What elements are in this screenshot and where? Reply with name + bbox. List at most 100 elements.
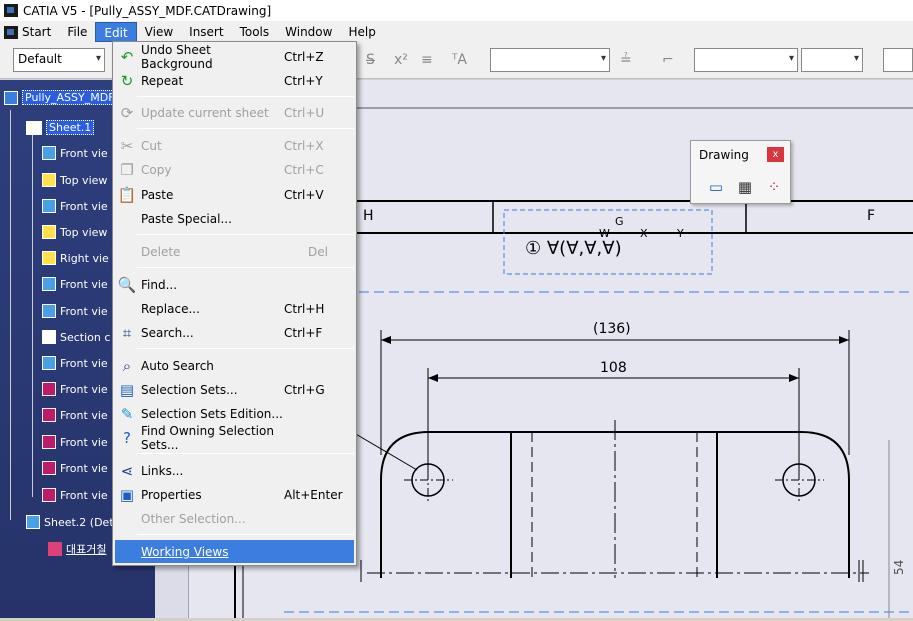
blank-icon <box>117 300 137 318</box>
menu-separator <box>137 128 354 129</box>
front-view-icon <box>42 146 56 160</box>
tree-view-label: Front vie <box>60 199 108 213</box>
chevron-down-icon: ▾ <box>853 53 859 64</box>
menu-item-label: Links... <box>141 463 184 478</box>
tree-view-front-3[interactable]: Front vie <box>42 277 108 291</box>
tree-sheet1[interactable]: Sheet.1 <box>4 120 95 135</box>
menu-view[interactable]: View <box>137 22 181 42</box>
chevron-down-icon: ▾ <box>95 53 101 64</box>
menu-item-update[interactable]: ⟳ Update current sheet Ctrl+U <box>115 101 354 124</box>
tree-view-front-9[interactable]: Front vie <box>42 461 108 475</box>
paste-icon: 📋 <box>117 185 137 204</box>
text-align-icon[interactable]: ≡ <box>421 52 433 68</box>
roughness-label-y: Y <box>676 227 684 240</box>
superscript-icon[interactable]: x² <box>394 52 408 68</box>
tree-sheet2[interactable]: Sheet.2 (Deta <box>26 515 120 529</box>
style-combo[interactable]: Default ▾ <box>13 48 105 72</box>
menu-item-undo[interactable]: ↶ Undo Sheet Background Ctrl+Z <box>115 43 354 71</box>
blank-icon <box>117 510 137 528</box>
menu-item-label: Search... <box>141 325 194 340</box>
tree-view-label: Front vie <box>60 488 108 502</box>
menu-item-label: Selection Sets Edition... <box>141 406 283 421</box>
tree-view-front-6[interactable]: Front vie <box>42 382 108 396</box>
tree-view-front-1[interactable]: Front vie <box>42 146 108 160</box>
menu-item-shortcut: Alt+Enter <box>284 487 343 502</box>
font-size-combo[interactable]: ▾ <box>694 48 798 72</box>
detail-view-icon <box>42 461 56 475</box>
menu-edit[interactable]: Edit <box>95 22 137 42</box>
tree-detail-item[interactable]: 대표거칠 <box>48 541 106 557</box>
menu-item-search[interactable]: ⌗ Search... Ctrl+F <box>115 321 354 344</box>
tree-view-section[interactable]: Section c <box>42 330 110 344</box>
menu-item-paste[interactable]: 📋 Paste Ctrl+V <box>115 183 354 206</box>
new-sheet-icon[interactable]: ▭ <box>706 177 726 197</box>
menu-item-shortcut: Ctrl+H <box>284 301 325 316</box>
extra-combo[interactable] <box>883 48 913 72</box>
menu-item-label: Paste Special... <box>141 211 232 226</box>
menu-separator <box>137 453 354 454</box>
close-icon[interactable]: x <box>767 147 784 162</box>
strikethrough-icon[interactable]: S̶ <box>366 52 375 68</box>
detail-item-icon <box>48 542 62 556</box>
menu-item-delete[interactable]: Delete Del <box>115 240 354 263</box>
tree-view-front-5[interactable]: Front vie <box>42 356 108 370</box>
front-view-icon <box>42 356 56 370</box>
find-owning-icon: ? <box>123 428 131 447</box>
section-view-icon <box>42 330 56 344</box>
menu-item-label: Paste <box>141 187 174 202</box>
tree-root[interactable]: Pully_ASSY_MDF <box>4 90 118 105</box>
tree-view-front-4[interactable]: Front vie <box>42 304 108 318</box>
menu-item-copy[interactable]: ❐ Copy Ctrl+C <box>115 158 354 181</box>
auto-search-icon: ⌕ <box>122 356 132 375</box>
tree-view-label: Front vie <box>60 356 108 370</box>
tree-view-label: Front vie <box>60 304 108 318</box>
menu-start[interactable]: Start <box>18 22 59 42</box>
symbol-icon[interactable]: ≟ <box>620 52 632 68</box>
menu-item-selection-sets[interactable]: ▤ Selection Sets... Ctrl+G <box>115 378 354 401</box>
menu-insert[interactable]: Insert <box>181 22 231 42</box>
menu-item-paste-special[interactable]: Paste Special... <box>115 207 354 230</box>
menu-item-working-views[interactable]: Working Views <box>115 540 354 563</box>
menu-item-properties[interactable]: ▣ Properties Alt+Enter <box>115 483 354 506</box>
menu-item-other-selection[interactable]: Other Selection... <box>115 507 354 530</box>
drawing-icon <box>4 90 18 105</box>
tree-view-top-1[interactable]: Top view <box>42 173 107 187</box>
anchor-point-icon[interactable]: ⌐ <box>662 52 674 68</box>
menu-item-selection-sets-edition[interactable]: ✎ Selection Sets Edition... <box>115 402 354 425</box>
tree-view-right[interactable]: Right vie <box>42 251 109 265</box>
front-view-icon <box>42 199 56 213</box>
menu-item-shortcut: Ctrl+Y <box>284 73 323 88</box>
menu-item-label: Properties <box>141 487 202 502</box>
menu-item-label: Update current sheet <box>141 105 269 120</box>
menu-item-find[interactable]: 🔍 Find... <box>115 273 354 296</box>
tree-view-label: Section c <box>60 330 111 344</box>
tree-view-front-8[interactable]: Front vie <box>42 435 108 449</box>
menu-separator <box>137 348 354 349</box>
tree-view-label: Front vie <box>60 146 108 160</box>
instantiate-2d-component-icon[interactable]: ⁘ <box>764 177 784 197</box>
tree-view-label: Top view <box>60 173 108 187</box>
menu-item-find-owning[interactable]: ? Find Owning Selection Sets... <box>115 424 354 452</box>
menu-item-repeat[interactable]: ↻ Repeat Ctrl+Y <box>115 69 354 92</box>
menu-file[interactable]: File <box>59 22 95 42</box>
detail-view-icon <box>42 435 56 449</box>
menu-item-auto-search[interactable]: ⌕ Auto Search <box>115 354 354 377</box>
menu-item-label: Delete <box>141 244 181 259</box>
right-view-icon <box>42 251 56 265</box>
menu-window[interactable]: Window <box>277 22 340 42</box>
menu-item-links[interactable]: ⋖ Links... <box>115 459 354 482</box>
tree-view-front-10[interactable]: Front vie <box>42 488 108 502</box>
new-view-icon[interactable]: ▦ <box>735 177 755 197</box>
tree-view-front-2[interactable]: Front vie <box>42 199 108 213</box>
text-frame-icon[interactable]: ᵀA <box>452 52 467 68</box>
menu-item-label: Copy <box>141 162 172 177</box>
menu-help[interactable]: Help <box>340 22 383 42</box>
menu-item-replace[interactable]: Replace... Ctrl+H <box>115 297 354 320</box>
tree-view-top-2[interactable]: Top view <box>42 225 107 239</box>
font-combo[interactable]: ▾ <box>490 48 610 72</box>
menu-tools[interactable]: Tools <box>232 22 278 42</box>
edit-menu: ↶ Undo Sheet Background Ctrl+Z ↻ Repeat … <box>112 41 357 566</box>
menu-item-cut[interactable]: ✂ Cut Ctrl+X <box>115 134 354 157</box>
tree-view-front-7[interactable]: Front vie <box>42 408 108 422</box>
scale-combo[interactable]: ▾ <box>801 48 863 72</box>
